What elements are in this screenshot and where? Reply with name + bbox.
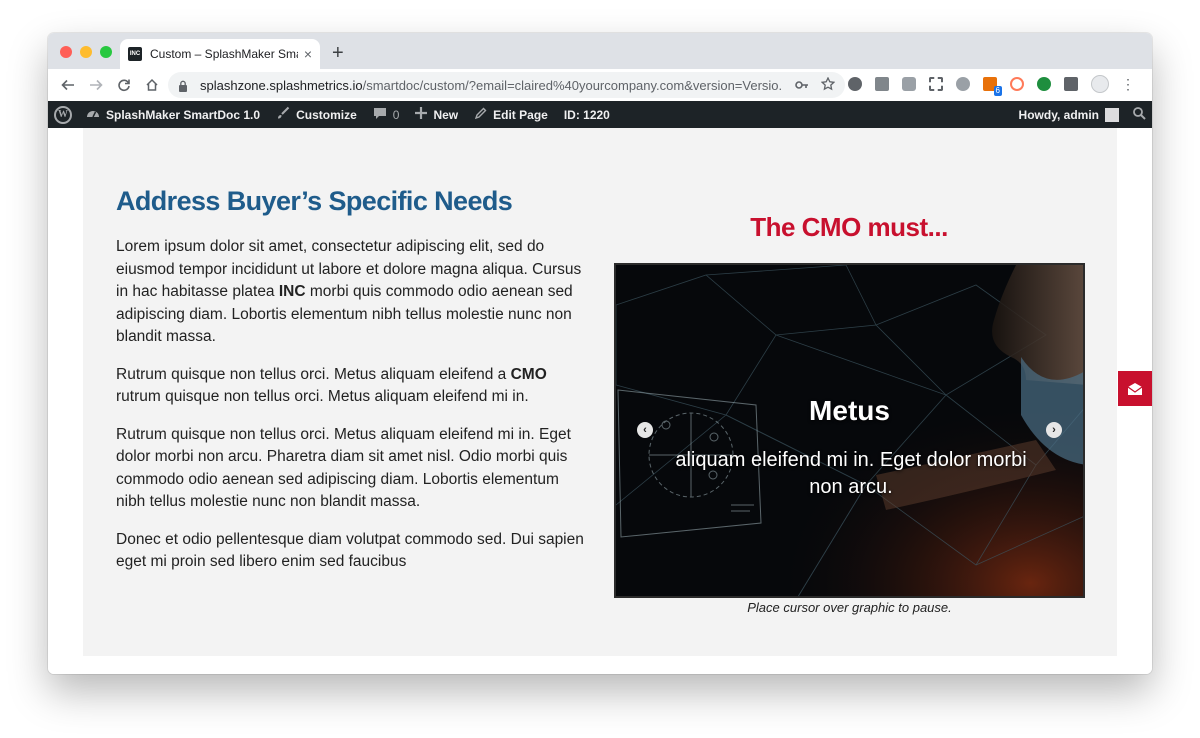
slide-background-image [616,265,1083,596]
admin-howdy[interactable]: Howdy, admin [1019,108,1099,122]
key-icon[interactable] [795,78,809,93]
wordpress-logo-icon[interactable]: W [54,105,72,124]
admin-customize[interactable]: Customize [276,106,357,123]
browser-tab[interactable]: INC Custom – SplashMaker SmartD × [120,39,320,69]
paragraph-4: Donec et odio pellentesque diam volutpat… [116,530,584,571]
slider-prev-button[interactable]: ‹ [637,422,653,438]
home-button[interactable] [142,75,162,95]
wp-admin-bar: W SplashMaker SmartDoc 1.0 Customize 0 N… [48,101,1152,128]
browser-menu-icon[interactable]: ⋮ [1121,76,1135,93]
minimize-window-button[interactable] [80,46,92,58]
new-tab-button[interactable]: + [332,43,344,63]
chat-extension-icon[interactable] [902,77,916,91]
extensions-area: 6 ⋮ [848,75,1135,96]
paragraph-1: Lorem ipsum dolor sit amet, consectetur … [116,238,582,345]
reload-button[interactable] [114,75,134,95]
side-feedback-button[interactable] [1118,371,1152,406]
comment-bubble-icon [373,107,387,123]
plus-icon [415,107,428,122]
browser-window: INC Custom – SplashMaker SmartD × + spla… [48,33,1152,674]
bookmark-star-icon[interactable] [820,75,836,94]
content-panel: Address Buyer’s Specific Needs Lorem ips… [83,128,1117,656]
reload-icon [118,79,130,92]
home-icon [146,78,158,91]
slider-caption: Place cursor over graphic to pause. [747,600,952,615]
drive-extension-icon[interactable] [875,77,889,91]
close-window-button[interactable] [60,46,72,58]
admin-bar-right: Howdy, admin [1019,101,1146,128]
tab-title: Custom – SplashMaker SmartD [150,47,298,61]
url-text: splashzone.splashmetrics.io/smartdoc/cus… [200,78,783,93]
tab-favicon: INC [128,47,142,61]
lock-icon [178,79,188,92]
forward-arrow-icon [90,79,103,91]
tab-close-icon[interactable]: × [304,46,312,62]
admin-site-name-label: SplashMaker SmartDoc 1.0 [106,107,261,122]
admin-avatar[interactable] [1105,107,1119,122]
hubspot-extension-icon[interactable] [1010,77,1024,91]
page-content: Address Buyer’s Specific Needs Lorem ips… [48,128,1152,674]
info-extension-icon[interactable] [956,77,970,91]
brush-icon [276,106,290,123]
bold-cmo: CMO [510,365,547,383]
extension-badge: 6 [993,86,1002,96]
admin-new[interactable]: New [415,107,458,122]
admin-customize-label: Customize [296,107,357,122]
back-arrow-icon [61,79,74,91]
image-slider[interactable]: Metus aliquam eleifend mi in. Eget dolor… [614,263,1085,598]
admin-search-icon[interactable] [1133,106,1146,123]
admin-edit-page-label: Edit Page [493,107,548,122]
green-extension-icon[interactable] [1037,77,1051,91]
address-bar[interactable]: splashzone.splashmetrics.io/smartdoc/cus… [168,72,845,98]
tab-strip: INC Custom – SplashMaker SmartD × + [48,33,1152,69]
admin-edit-page[interactable]: Edit Page [474,107,548,123]
url-host: splashzone.splashmetrics.io [200,77,363,93]
screenshot-extension-icon[interactable] [929,77,943,91]
forward-button[interactable] [86,75,106,95]
slide-text: aliquam eleifend mi in. Eget dolor morbi… [675,449,1027,498]
zoom-window-button[interactable] [100,46,112,58]
pencil-icon [474,107,487,123]
admin-page-id: ID: 1220 [563,107,610,122]
profile-avatar[interactable] [1091,75,1109,93]
url-path: /smartdoc/custom/?email=claired%40yourco… [362,77,783,93]
paragraph-2: Rutrum quisque non tellus orci. Metus al… [116,365,547,406]
admin-site-name[interactable]: SplashMaker SmartDoc 1.0 [86,107,260,122]
rss-extension-icon[interactable]: 6 [983,77,1002,96]
bold-inc: INC [278,283,306,300]
hand-envelope-icon [1127,382,1143,395]
admin-comments-count: 0 [392,107,400,122]
slider-heading: The CMO must... [750,212,948,242]
body-copy: Lorem ipsum dolor sit amet, consectetur … [116,236,586,589]
puzzle-extensions-icon[interactable] [1064,77,1078,91]
extension-circle-icon[interactable] [848,77,862,91]
back-button[interactable] [58,75,78,95]
browser-toolbar: splashzone.splashmetrics.io/smartdoc/cus… [48,69,1152,101]
admin-comments[interactable]: 0 [373,107,400,123]
paragraph-3: Rutrum quisque non tellus orci. Metus al… [116,425,571,511]
slide-title: Metus [809,395,890,426]
slider-next-button[interactable]: › [1046,422,1062,438]
page-heading: Address Buyer’s Specific Needs [116,186,513,216]
dashboard-icon [86,107,100,122]
admin-new-label: New [433,107,459,122]
